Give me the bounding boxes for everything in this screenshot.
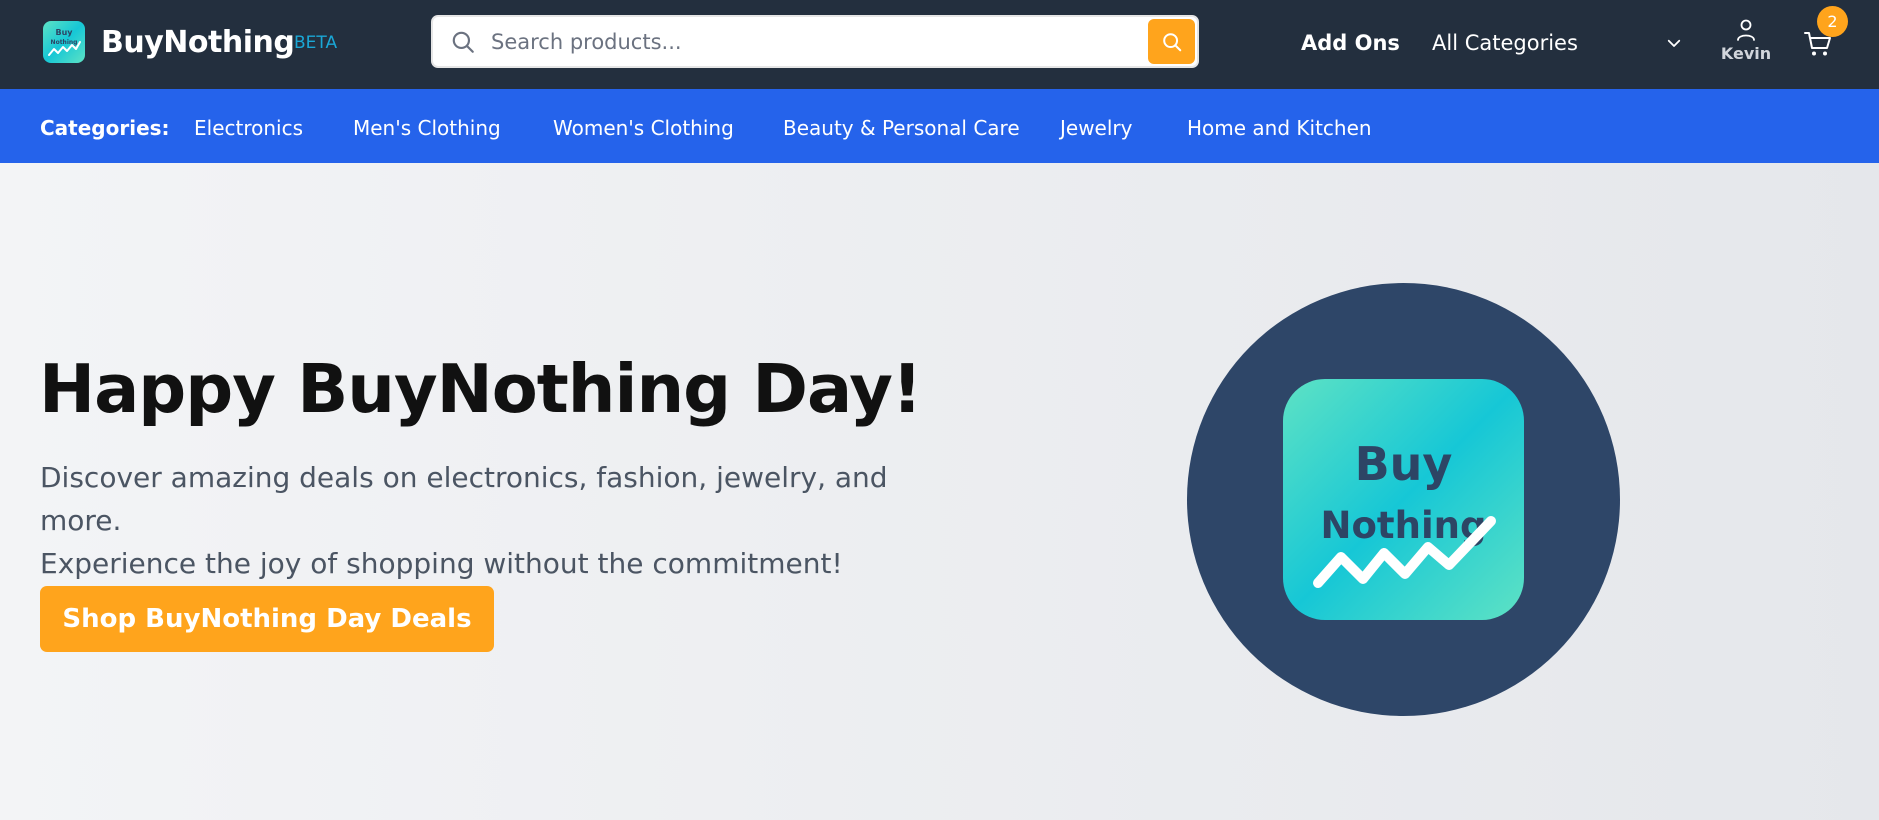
search-input[interactable] — [491, 25, 1111, 59]
category-home-kitchen[interactable]: Home and Kitchen — [1187, 116, 1372, 140]
brand-logo: Buy Nothing — [43, 21, 85, 63]
shop-deals-button[interactable]: Shop BuyNothing Day Deals — [40, 586, 494, 652]
hero-banner: Happy BuyNothing Day! Discover amazing d… — [0, 163, 1879, 820]
category-beauty-personal-care[interactable]: Beauty & Personal Care — [783, 116, 1020, 140]
all-categories-select[interactable]: All Categories — [1432, 31, 1578, 55]
search-icon — [1163, 33, 1182, 52]
hero-title: Happy BuyNothing Day! — [39, 350, 922, 428]
category-mens-clothing[interactable]: Men's Clothing — [353, 116, 501, 140]
category-nav: Categories: Electronics Men's Clothing W… — [0, 89, 1879, 163]
search-icon — [452, 31, 474, 53]
search-button[interactable] — [1148, 19, 1195, 64]
trend-line-icon — [1313, 516, 1496, 588]
hero-logo-circle: Buy Nothing — [1187, 283, 1620, 716]
brand-name: BuyNothing — [101, 24, 295, 60]
categories-label: Categories: — [40, 116, 170, 140]
hero-subtitle-line-2: Experience the joy of shopping without t… — [40, 547, 843, 580]
search-bar — [431, 15, 1199, 68]
account-button[interactable]: Kevin — [1718, 16, 1774, 66]
hero-logo: Buy Nothing — [1283, 379, 1524, 620]
cart-count-badge: 2 — [1817, 6, 1848, 37]
hero-subtitle-line-1: Discover amazing deals on electronics, f… — [40, 461, 888, 537]
top-header: Buy Nothing BuyNothing BETA Add Ons All … — [0, 0, 1879, 89]
account-name: Kevin — [1720, 44, 1772, 63]
chevron-down-icon[interactable] — [1665, 34, 1683, 52]
beta-badge: BETA — [294, 33, 338, 53]
user-icon — [1737, 19, 1755, 41]
add-ons-link[interactable]: Add Ons — [1301, 31, 1400, 55]
hero-subtitle: Discover amazing deals on electronics, f… — [40, 456, 940, 585]
brand-home-link[interactable]: Buy Nothing BuyNothing — [43, 21, 295, 63]
category-jewelry[interactable]: Jewelry — [1060, 116, 1132, 140]
category-electronics[interactable]: Electronics — [194, 116, 303, 140]
category-womens-clothing[interactable]: Women's Clothing — [553, 116, 734, 140]
trend-line-icon — [48, 41, 81, 56]
